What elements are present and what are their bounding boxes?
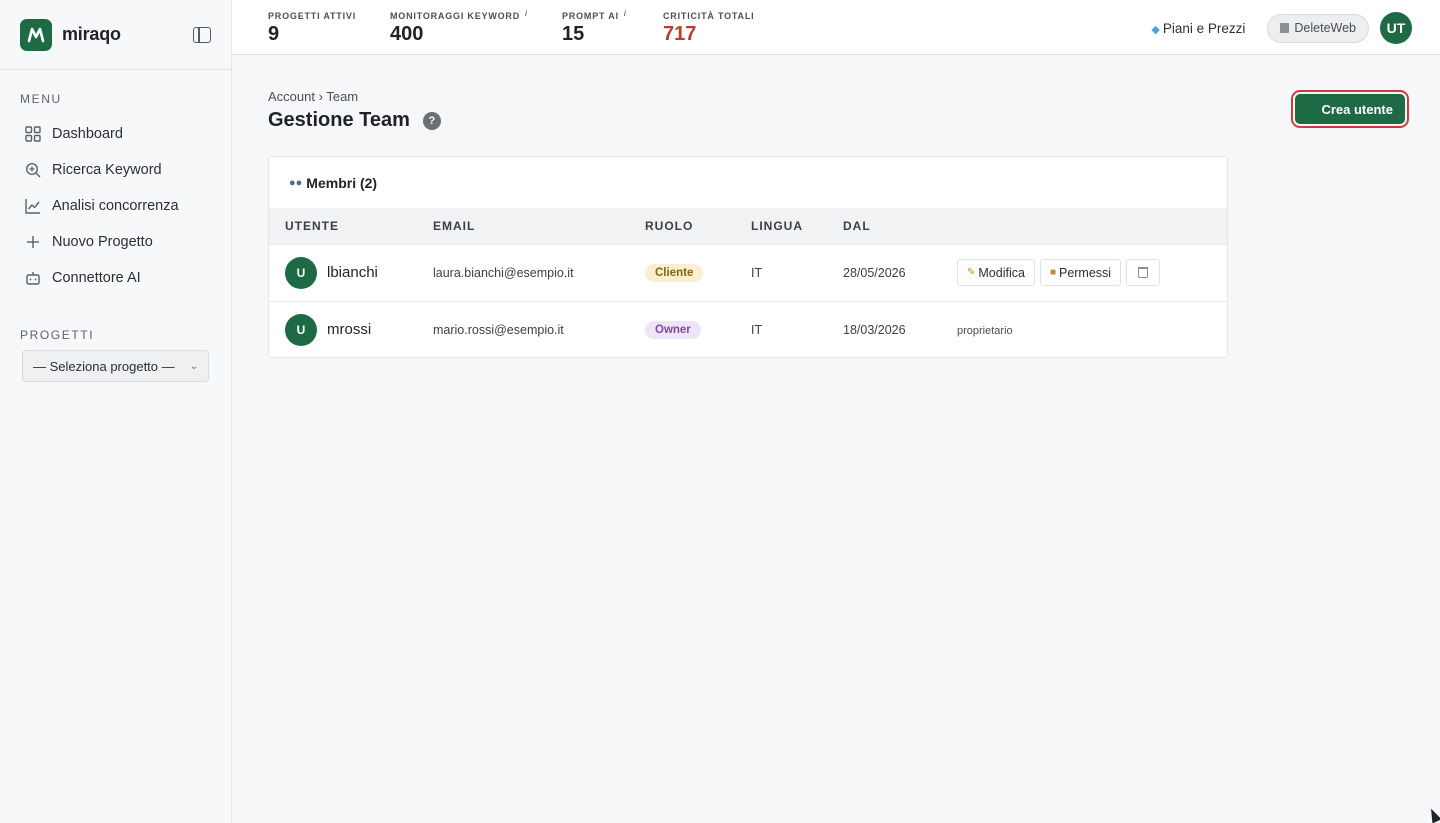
column-header-actions [957, 208, 1227, 244]
stat-monitoraggi-keyword: MONITORAGGI KEYWORD i 400 [390, 8, 528, 46]
pricing-link[interactable]: ◆ Piani e Prezzi [1151, 21, 1245, 36]
since-cell: 28/05/2026 [843, 265, 906, 280]
members-table: UTENTE EMAIL RUOLO LINGUA DAL U lbianchi [269, 208, 1227, 357]
menu-section-label: MENU [20, 92, 62, 106]
breadcrumb: Account › Team [268, 89, 358, 104]
miraqo-logo[interactable] [20, 18, 52, 51]
trash-icon [1138, 267, 1149, 278]
sidebar-item-dashboard[interactable]: Dashboard [0, 116, 231, 152]
plus-icon [24, 234, 41, 251]
project-select-value: — Seleziona progetto — [33, 358, 175, 374]
stat-progetti-attivi: PROGETTI ATTIVI 9 [268, 11, 356, 46]
sidebar-item-connettore-ai[interactable]: Connettore AI [0, 260, 231, 296]
workspace-chip[interactable]: DeleteWeb [1267, 13, 1369, 43]
pencil-icon: ✎ [967, 267, 976, 278]
gem-icon: ◆ [1151, 23, 1160, 36]
sidebar: miraqo MENU Dashboard Ricerca Keyword An… [0, 0, 232, 823]
sidebar-item-analisi-concorrenza[interactable]: Analisi concorrenza [0, 188, 231, 224]
sidebar-item-label: Analisi concorrenza [52, 198, 179, 214]
role-badge: Cliente [645, 263, 704, 282]
main-content: Account › Team Gestione Team ? Crea uten… [232, 56, 1440, 823]
breadcrumb-team: Team [326, 89, 359, 104]
lock-icon: ■ [1049, 267, 1056, 278]
logo-mark-icon [27, 27, 45, 42]
stat-label: PROGETTI ATTIVI [268, 11, 356, 21]
sidebar-item-label: Dashboard [52, 126, 123, 142]
table-row: U lbianchi laura.bianchi@esempio.it Clie… [269, 244, 1227, 301]
help-icon[interactable]: ? [422, 111, 441, 130]
column-header: LINGUA [751, 218, 803, 233]
avatar: U [285, 313, 317, 346]
user-cell: U lbianchi [285, 256, 433, 289]
grid-icon [24, 126, 41, 143]
stat-value: 400 [390, 23, 424, 45]
breadcrumb-separator: › [318, 89, 323, 104]
top-right-controls: ◆ Piani e Prezzi DeleteWeb UT [1151, 12, 1412, 44]
column-header: RUOLO [645, 218, 694, 233]
info-icon[interactable]: i [525, 8, 528, 18]
page-title: Gestione Team ? [268, 109, 441, 132]
pricing-label: Piani e Prezzi [1162, 20, 1246, 36]
edit-label: Modifica [978, 265, 1025, 280]
chart-line-icon [24, 198, 41, 215]
edit-button[interactable]: ✎ Modifica [957, 259, 1035, 286]
owner-note: proprietario [957, 324, 1013, 337]
email-cell: laura.bianchi@esempio.it [433, 265, 574, 280]
sidebar-item-ricerca-keyword[interactable]: Ricerca Keyword [0, 152, 231, 188]
sidebar-item-nuovo-progetto[interactable]: Nuovo Progetto [0, 224, 231, 260]
brand-name: miraqo [62, 24, 121, 44]
email-cell: mario.rossi@esempio.it [433, 322, 564, 337]
language-cell: IT [751, 265, 763, 280]
create-user-button[interactable]: Crea utente [1295, 94, 1405, 124]
username: lbianchi [327, 264, 378, 281]
permissions-button[interactable]: ■ Permessi [1039, 259, 1122, 286]
projects-section-label: PROGETTI [20, 328, 95, 342]
row-actions: ✎ Modifica ■ Permessi [957, 259, 1227, 286]
sidebar-item-label: Nuovo Progetto [52, 234, 153, 250]
sidebar-item-label: Ricerca Keyword [52, 162, 162, 178]
chevron-down-icon: ⌄ [189, 360, 198, 372]
robot-icon [24, 270, 41, 287]
stat-label: PROMPT AI i [562, 8, 627, 21]
workspace-label: DeleteWeb [1294, 21, 1356, 35]
sidebar-item-label: Connettore AI [52, 270, 141, 286]
column-header: DAL [843, 218, 871, 233]
members-header: ●● Membri (2) [269, 157, 1227, 208]
breadcrumb-account[interactable]: Account [268, 89, 315, 104]
stat-value: 9 [268, 23, 280, 45]
sidebar-nav: Dashboard Ricerca Keyword Analisi concor… [0, 116, 231, 296]
building-icon [1280, 23, 1290, 33]
stat-prompt-ai: PROMPT AI i 15 [562, 8, 627, 46]
sidebar-toggle-icon[interactable] [193, 26, 211, 43]
stat-label: MONITORAGGI KEYWORD i [390, 8, 528, 21]
column-header: EMAIL [433, 218, 476, 233]
search-plus-icon [24, 162, 41, 179]
members-title: Membri (2) [306, 174, 378, 191]
avatar: U [285, 256, 317, 289]
user-cell: U mrossi [285, 313, 433, 346]
members-card: ●● Membri (2) UTENTE EMAIL RUOLO LINGUA … [268, 156, 1228, 358]
top-bar: PROGETTI ATTIVI 9 MONITORAGGI KEYWORD i 4… [232, 0, 1440, 55]
stat-value: 15 [562, 23, 585, 45]
create-user-highlight: Crea utente [1291, 90, 1409, 128]
stat-criticita-totali: CRITICITÀ TOTALI 717 [663, 11, 754, 46]
page-title-text: Gestione Team [268, 109, 410, 131]
table-row: U mrossi mario.rossi@esempio.it Owner IT… [269, 301, 1227, 357]
permissions-label: Permessi [1058, 265, 1112, 280]
people-icon: ●● [289, 176, 303, 189]
user-avatar[interactable]: UT [1380, 12, 1412, 44]
delete-button[interactable] [1126, 259, 1161, 286]
stat-label: CRITICITÀ TOTALI [663, 11, 755, 21]
info-icon[interactable]: i [624, 8, 627, 18]
table-header-row: UTENTE EMAIL RUOLO LINGUA DAL [269, 208, 1227, 244]
project-select[interactable]: — Seleziona progetto — ⌄ [22, 350, 209, 382]
stat-value: 717 [663, 23, 697, 45]
brand-header: miraqo [0, 0, 231, 70]
language-cell: IT [751, 322, 763, 337]
username: mrossi [327, 321, 372, 339]
since-cell: 18/03/2026 [843, 322, 906, 337]
role-badge: Owner [645, 320, 701, 339]
column-header: UTENTE [285, 218, 339, 233]
